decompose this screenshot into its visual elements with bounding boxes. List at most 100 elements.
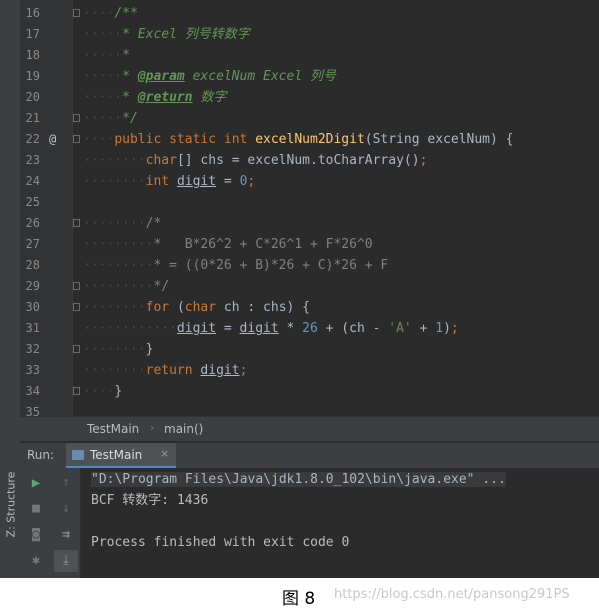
code-token: * = ((0*26 + B)*26 + C)*26 + F — [153, 258, 389, 273]
ide-window: Z: Structure 16 ····/** 17 ·····* Excel 列号转… — [0, 0, 599, 578]
code-line[interactable]: 24 ········int digit = 0; — [0, 171, 599, 192]
code-line[interactable]: 32 ········} — [0, 339, 599, 360]
structure-tool-tab[interactable]: Z: Structure — [2, 470, 18, 550]
code-token: = — [216, 174, 240, 189]
arrow-up-icon[interactable]: ↑ — [54, 472, 78, 494]
code-token: ····· — [83, 111, 123, 126]
annotation-gutter-icon[interactable]: @ — [49, 129, 56, 150]
code-text: ·········* B*26^2 + C*26^1 + F*26^0 — [83, 234, 373, 255]
soft-wrap-icon[interactable]: ⇉ — [54, 524, 78, 546]
code-line[interactable]: 16 ····/** — [0, 3, 599, 24]
code-text: ·····* — [83, 45, 130, 66]
code-token: 1 — [435, 321, 444, 336]
run-tab-label: TestMain — [90, 448, 143, 462]
code-token: digit — [200, 363, 240, 378]
structure-tab-label: Z: Structure — [4, 471, 18, 538]
code-text: ·····* @return 数字 — [83, 87, 226, 108]
code-token: * — [122, 90, 138, 105]
code-token: ( — [176, 300, 185, 315]
code-token: int — [145, 174, 177, 189]
code-token: 数字 — [192, 90, 227, 105]
code-line[interactable]: 23 ········char[] chs = excelNum.toCharAr… — [0, 150, 599, 171]
line-number: 26 — [25, 216, 40, 230]
rerun-icon[interactable]: ▶ — [24, 472, 48, 494]
run-panel-label: Run: — [27, 448, 55, 462]
code-line[interactable]: 33 ········return digit; — [0, 360, 599, 381]
console-exit-line: Process finished with exit code 0 — [91, 535, 350, 550]
console-toolbar: ↑ ↓ ⇉ ⤓ — [52, 468, 81, 578]
fold-marker-icon[interactable] — [73, 135, 80, 143]
console-output[interactable]: "D:\Program Files\Java\jdk1.8.0_102\bin\… — [81, 468, 599, 578]
code-text: ············digit = digit * 26 + (ch - '… — [83, 318, 459, 339]
code-text: ·········*/ — [83, 276, 169, 297]
code-line[interactable]: 20 ·····* @return 数字 — [0, 87, 599, 108]
figure-caption: 图 8 — [282, 589, 316, 609]
code-text: ········} — [83, 339, 153, 360]
code-token: return — [145, 363, 201, 378]
code-token: */ — [122, 111, 138, 126]
code-token: ····· — [83, 90, 123, 105]
fold-marker-icon[interactable] — [73, 387, 80, 395]
code-token: char — [184, 300, 224, 315]
close-icon[interactable]: × — [160, 447, 169, 460]
code-line[interactable]: 17 ·····* Excel 列号转数字 — [0, 24, 599, 45]
fold-marker-icon[interactable] — [73, 303, 80, 311]
code-token: digit — [239, 321, 279, 336]
code-token: @param — [137, 69, 185, 84]
code-text: ········char[] chs = excelNum.toCharArra… — [83, 150, 427, 171]
code-line[interactable]: 30 ········for (char ch : chs) { — [0, 297, 599, 318]
line-number: 18 — [25, 48, 40, 62]
code-token: for — [145, 300, 177, 315]
line-number: 20 — [25, 90, 40, 104]
settings-icon[interactable]: ✱ — [24, 550, 48, 572]
camera-icon[interactable]: ◙ — [24, 524, 48, 546]
code-line[interactable]: 19 ·····* @param excelNum Excel 列号 — [0, 66, 599, 87]
arrow-down-icon[interactable]: ↓ — [54, 498, 78, 520]
line-number: 33 — [25, 363, 40, 377]
code-line[interactable]: 18 ·····* — [0, 45, 599, 66]
scroll-to-end-icon[interactable]: ⤓ — [54, 550, 78, 572]
code-token: public static int — [114, 132, 256, 147]
line-number: 29 — [25, 279, 40, 293]
code-text: ····} — [83, 381, 122, 402]
run-tab-testmain[interactable]: TestMain × — [66, 443, 176, 468]
line-number: 19 — [25, 69, 40, 83]
line-number: 32 — [25, 342, 40, 356]
code-text: ·····* Excel 列号转数字 — [83, 24, 250, 45]
code-token: ···· — [83, 384, 115, 399]
code-token: ········ — [83, 300, 146, 315]
code-token: * B*26^2 + C*26^1 + F*26^0 — [153, 237, 373, 252]
code-line[interactable]: 26 ········/* — [0, 213, 599, 234]
code-line[interactable]: 22 @ ····public static int excelNum2Digit(… — [0, 129, 599, 150]
fold-marker-icon[interactable] — [73, 345, 80, 353]
code-token: } — [145, 342, 154, 357]
code-text: ····/** — [83, 3, 138, 24]
code-token: * — [122, 48, 130, 63]
code-token: ; — [419, 153, 428, 168]
code-line[interactable]: 31 ············digit = digit * 26 + (ch -… — [0, 318, 599, 339]
breadcrumb-separator: › — [150, 421, 155, 434]
code-token: ; — [239, 363, 248, 378]
code-token: } — [114, 384, 123, 399]
code-token: ···· — [83, 132, 115, 147]
fold-marker-icon[interactable] — [73, 114, 80, 122]
fold-marker-icon[interactable] — [73, 9, 80, 17]
line-number: 24 — [25, 174, 40, 188]
code-line[interactable]: 34 ····} — [0, 381, 599, 402]
fold-marker-icon[interactable] — [73, 282, 80, 290]
code-text: ····public static int excelNum2Digit(Str… — [83, 129, 514, 150]
fold-marker-icon[interactable] — [73, 219, 80, 227]
breadcrumb-class[interactable]: TestMain — [87, 422, 139, 436]
code-token: ····· — [83, 48, 123, 63]
code-line[interactable]: 25 — [0, 192, 599, 213]
breadcrumb-method[interactable]: main() — [164, 422, 203, 436]
code-token: digit — [176, 321, 217, 336]
code-token: */ — [153, 279, 170, 294]
code-token: ···· — [83, 6, 115, 21]
code-line[interactable]: 28 ·········* = ((0*26 + B)*26 + C)*26 + … — [0, 255, 599, 276]
code-token: ch : chs) { — [223, 300, 310, 315]
code-line[interactable]: 27 ·········* B*26^2 + C*26^1 + F*26^0 — [0, 234, 599, 255]
code-line[interactable]: 29 ·········*/ — [0, 276, 599, 297]
code-line[interactable]: 21 ·····*/ — [0, 108, 599, 129]
stop-icon[interactable]: ■ — [24, 498, 48, 520]
